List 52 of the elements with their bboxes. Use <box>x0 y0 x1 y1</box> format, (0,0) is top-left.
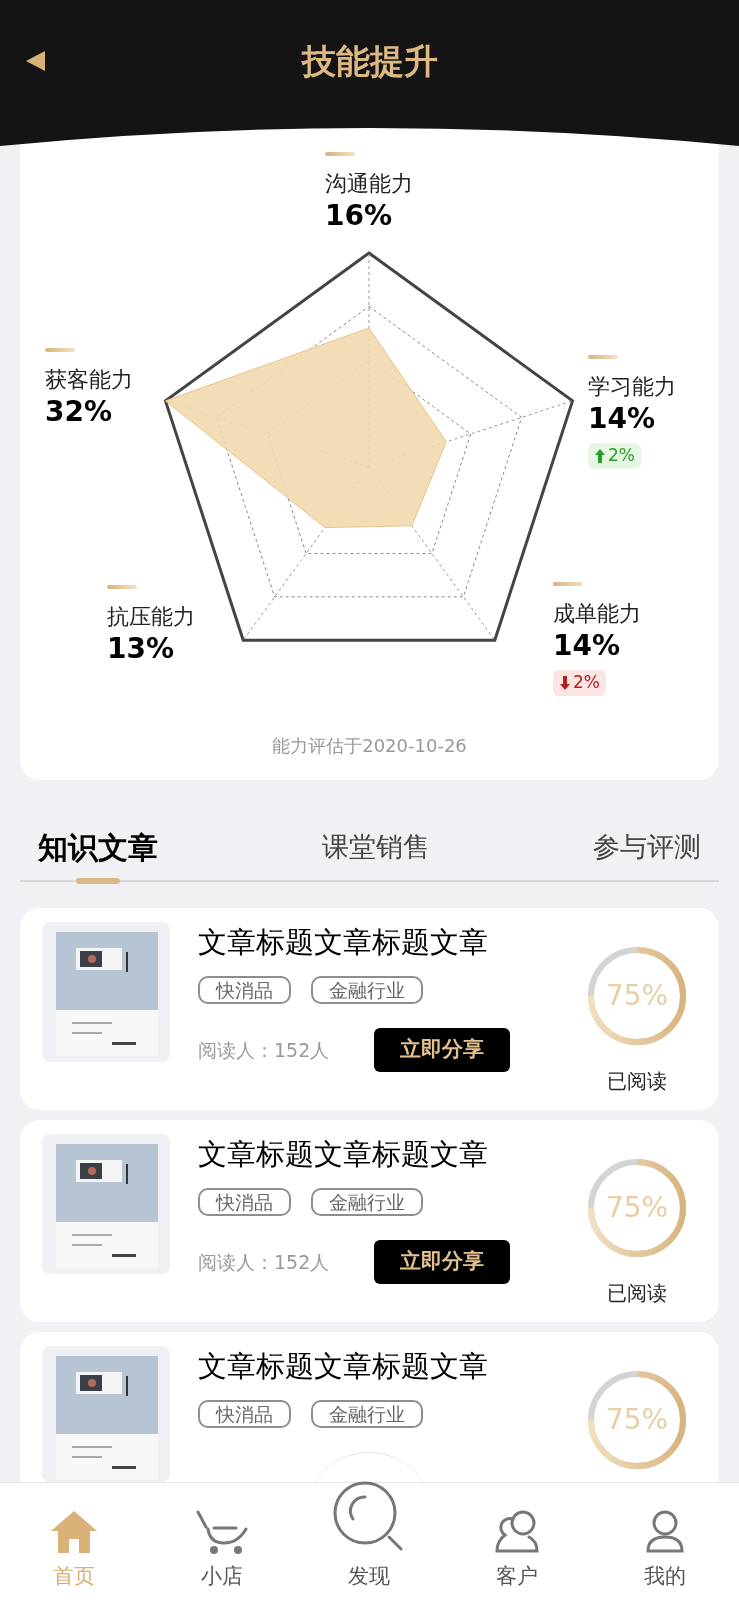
accent-bar <box>553 582 583 586</box>
decrease-badge: 2% <box>553 670 606 696</box>
user-icon <box>645 1508 686 1555</box>
skill-name: 沟通能力 <box>325 170 413 198</box>
assessment-date: 能力评估于2020-10-26 <box>271 734 468 758</box>
tag: 金融行业 <box>311 1400 423 1428</box>
accent-bar <box>45 348 75 352</box>
skill-name: 学习能力 <box>588 373 676 401</box>
skill-percent: 14% <box>553 628 621 664</box>
skill-percent: 14% <box>588 401 656 437</box>
down-arrow-icon <box>559 675 571 691</box>
nav-item[interactable]: 我的 <box>615 1508 716 1592</box>
nav-item[interactable]: 客户 <box>467 1508 568 1592</box>
tag: 金融行业 <box>311 1188 423 1216</box>
read-status: 已阅读 <box>607 1068 667 1095</box>
tag: 金融行业 <box>311 976 423 1004</box>
reader-count: 阅读人：152人 <box>198 1037 331 1063</box>
skill-name: 抗压能力 <box>107 603 195 631</box>
progress-percent: 75% <box>605 1192 669 1224</box>
back-icon <box>26 50 46 72</box>
skill-name: 获客能力 <box>45 366 133 394</box>
article-card[interactable]: 文章标题文章标题文章 快消品 金融行业 阅读人：152人 立即分享 75% 已阅读 <box>20 908 719 1110</box>
read-status: 已阅读 <box>607 1280 667 1307</box>
tab[interactable]: 知识文章 <box>38 812 158 882</box>
skill-percent: 13% <box>107 631 175 667</box>
accent-bar <box>588 355 618 359</box>
share-button[interactable]: 立即分享 <box>374 1028 510 1072</box>
article-title: 文章标题文章标题文章 <box>198 1136 489 1173</box>
up-arrow-icon <box>594 448 606 464</box>
increase-badge: 2% <box>588 443 641 469</box>
tag: 快消品 <box>198 1400 291 1428</box>
skill-name: 成单能力 <box>553 600 641 628</box>
article-card[interactable]: 文章标题文章标题文章 快消品 金融行业 阅读人：152人 立即分享 75% 已阅读 <box>20 1120 719 1322</box>
tab[interactable]: 课堂销售 <box>321 812 430 882</box>
tag: 快消品 <box>198 1188 291 1216</box>
article-card[interactable]: 文章标题文章标题文章 快消品 金融行业 75% <box>20 1332 719 1482</box>
reader-count: 阅读人：152人 <box>198 1249 331 1275</box>
article-title: 文章标题文章标题文章 <box>198 1348 489 1385</box>
tag: 快消品 <box>198 976 291 1004</box>
nav-item[interactable]: 小店 <box>171 1508 272 1592</box>
back-button[interactable] <box>26 50 46 72</box>
share-button[interactable]: 立即分享 <box>374 1240 510 1284</box>
tab[interactable]: 参与评测 <box>593 812 701 882</box>
progress-percent: 75% <box>605 980 669 1012</box>
skill-percent: 16% <box>325 198 393 234</box>
users-icon <box>495 1508 540 1555</box>
accent-bar <box>107 585 137 589</box>
skill-percent: 32% <box>45 394 113 430</box>
progress-percent: 75% <box>605 1404 669 1436</box>
page-title: 技能提升 <box>301 39 438 83</box>
article-title: 文章标题文章标题文章 <box>198 924 489 961</box>
accent-bar <box>325 152 355 156</box>
